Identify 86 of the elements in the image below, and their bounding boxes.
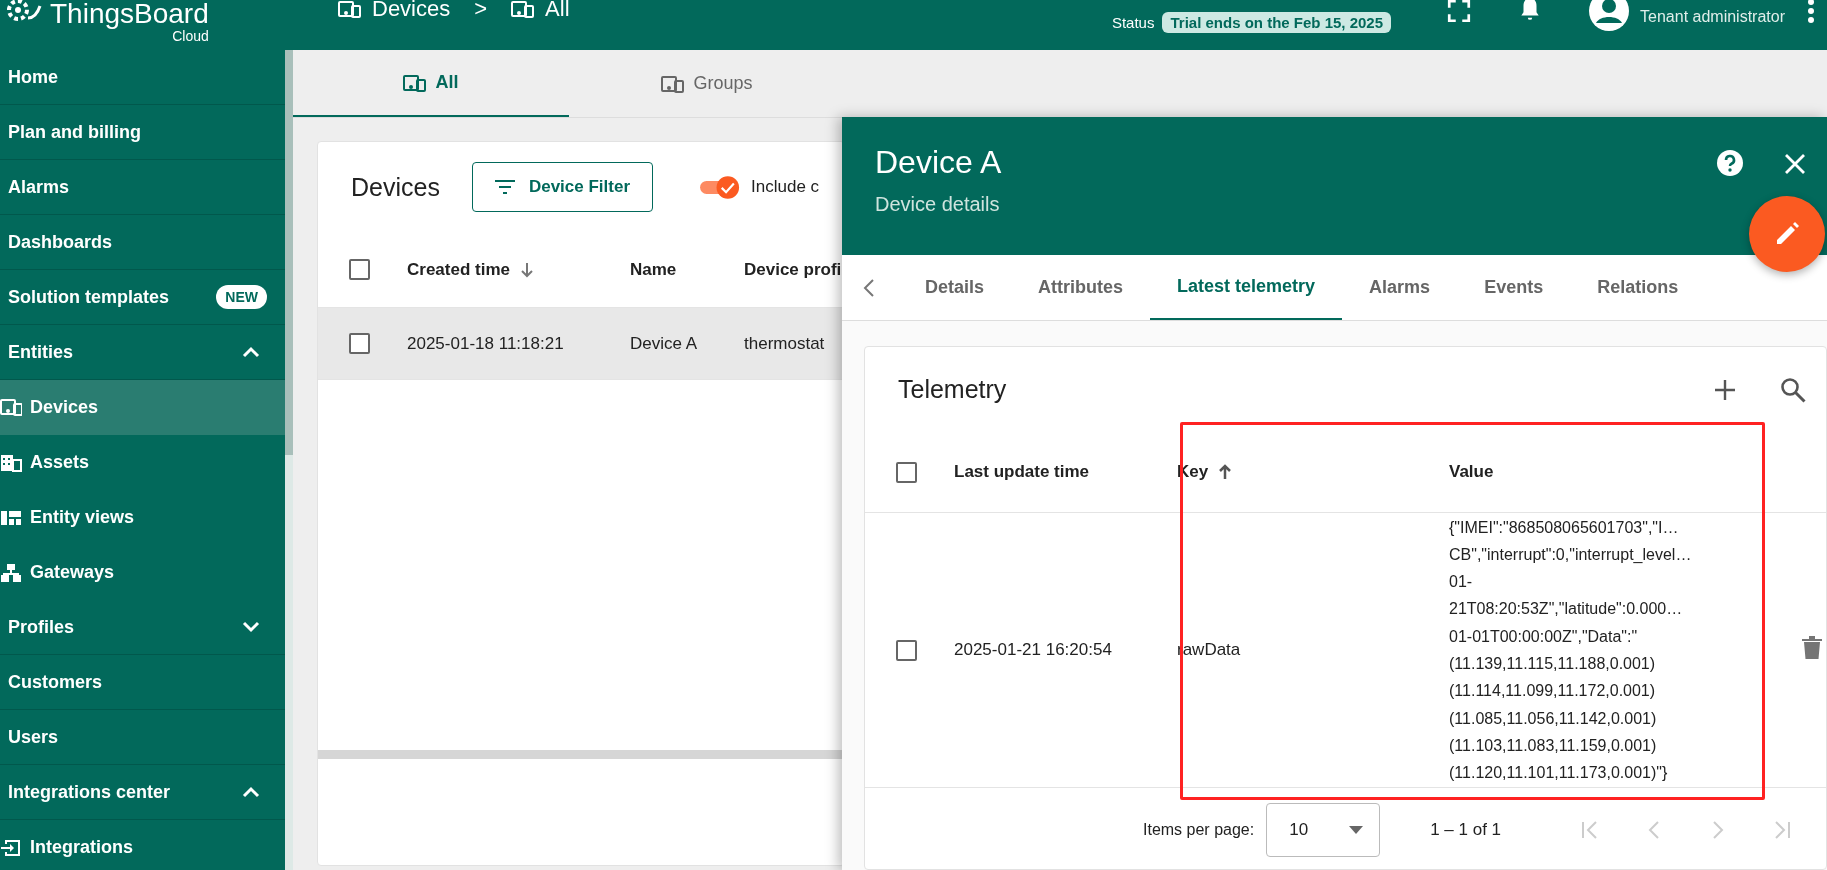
more-menu-icon[interactable]: [1807, 0, 1815, 24]
nav-item[interactable]: Assets: [0, 435, 285, 490]
hierarchy-icon: [0, 562, 22, 583]
filter-icon: [494, 180, 515, 194]
nav-label: Dashboards: [8, 231, 114, 253]
search-icon[interactable]: [1780, 376, 1806, 403]
nav-label: Plan and billing: [8, 121, 142, 143]
avatar-icon[interactable]: [1588, 0, 1631, 32]
table-cell: Device A: [630, 333, 698, 354]
tab[interactable]: Alarms: [1342, 255, 1458, 320]
panel-title: Device A: [875, 144, 1003, 181]
nav-label: Home: [8, 66, 59, 88]
tab[interactable]: Details: [898, 255, 1012, 320]
nav-label: Gateways: [30, 562, 116, 583]
tab[interactable]: Events: [1457, 255, 1571, 320]
panel-subtitle: Device details: [875, 193, 1001, 216]
caret-down-icon: [1349, 825, 1364, 834]
close-icon[interactable]: [1784, 153, 1806, 175]
table-cell: 2025-01-21 16:20:54: [954, 640, 1112, 659]
nav-label: Solution templates: [8, 286, 170, 308]
tab[interactable]: Latest telemetry: [1150, 255, 1343, 320]
page-size-value: 10: [1289, 819, 1309, 840]
user-role: Tenant administrator: [1640, 8, 1785, 26]
table-cell: {"IMEI":"868508065601703","I… CB","interrupt":0,"interrupt_level… 01- 21T08:20:53Z","latitude":0.000… 01-01T00:00:00Z","Data":" (11.139,11.115,11.188,0.001) (11.114,11.099,11.172,0.001) (11.085,11.056,11.142,0.001) (11.103,11.083,11.159,0.001) (11.120,11.101,11.173,0.001)"}: [1449, 518, 1692, 782]
nav-label: Customers: [8, 671, 104, 693]
devices-icon: [661, 73, 686, 94]
tab[interactable]: Relations: [1570, 255, 1706, 320]
devices-icon: [403, 72, 428, 93]
tab[interactable]: All: [293, 50, 569, 117]
nav-label: Profiles: [8, 616, 76, 638]
items-per-page-label: Items per page:: [1143, 820, 1255, 839]
nav-label: Assets: [30, 452, 91, 473]
brand-subtitle: Cloud: [172, 28, 209, 44]
arrow-down-icon[interactable]: [520, 261, 534, 278]
breadcrumb-link[interactable]: Devices: [372, 0, 451, 22]
page-range: 1 – 1 of 1: [1430, 819, 1502, 840]
new-badge: NEW: [216, 285, 267, 309]
arrow-up-icon[interactable]: [1218, 464, 1233, 480]
nav-item[interactable]: Integrations: [0, 820, 285, 870]
help-icon[interactable]: [1716, 149, 1744, 177]
nav-item[interactable]: Devices: [0, 380, 285, 435]
column-header[interactable]: Value: [1449, 462, 1494, 482]
checkbox[interactable]: [349, 333, 370, 354]
nav-item[interactable]: Gateways: [0, 545, 285, 600]
card-title: Devices: [351, 172, 440, 202]
tab[interactable]: Attributes: [1011, 255, 1151, 320]
nav-item[interactable]: Solution templates NEW: [0, 270, 285, 325]
nav-label: Entities: [8, 341, 74, 363]
nav-label: Devices: [30, 397, 100, 418]
nav-label: Users: [8, 726, 60, 748]
page-size-select[interactable]: 10: [1266, 802, 1381, 857]
filter-button[interactable]: Device Filter: [471, 162, 654, 212]
checkbox[interactable]: [896, 639, 917, 661]
devices-icon: [338, 0, 362, 19]
column-header[interactable]: Last update time: [954, 462, 1090, 482]
chevron-left-icon[interactable]: [862, 276, 876, 299]
delete-icon[interactable]: [1801, 635, 1823, 660]
column-header[interactable]: Name: [630, 259, 677, 280]
checkbox[interactable]: [349, 259, 370, 280]
fullscreen-icon[interactable]: [1446, 0, 1473, 24]
table-row[interactable]: 2025-01-18 11:18:21 Device A thermostat: [318, 308, 844, 380]
table-cell: thermostat: [744, 333, 825, 354]
nav-label: Entity views: [30, 507, 136, 528]
input-icon: [0, 837, 22, 858]
tab[interactable]: Groups: [569, 50, 845, 117]
scrollbar[interactable]: [285, 50, 293, 870]
nav-item[interactable]: Entity views: [0, 490, 285, 545]
devices-icon: [0, 397, 22, 418]
add-icon[interactable]: [1714, 378, 1736, 401]
card-title: Telemetry: [898, 375, 1008, 404]
nav-label: Integrations: [30, 837, 134, 858]
column-header[interactable]: Created time: [407, 259, 510, 280]
checkbox[interactable]: [896, 461, 917, 483]
nav-label: Alarms: [8, 176, 71, 198]
devices-icon: [511, 0, 536, 19]
chevron-up-icon[interactable]: [241, 785, 261, 799]
trial-badge: Trial ends on the Feb 15, 2025: [1162, 12, 1392, 33]
breadcrumb-separator: >: [474, 0, 488, 22]
nav-label: Integrations center: [8, 781, 172, 803]
status-label: Status: [1111, 14, 1155, 31]
column-header[interactable]: Device profi: [744, 259, 842, 280]
chevron-up-icon[interactable]: [241, 345, 261, 359]
table-cell: 2025-01-18 11:18:21: [407, 333, 564, 354]
chevron-down-icon[interactable]: [241, 620, 261, 634]
horizontal-scrollbar[interactable]: [318, 750, 844, 759]
toggle-label: Include c: [751, 177, 820, 197]
